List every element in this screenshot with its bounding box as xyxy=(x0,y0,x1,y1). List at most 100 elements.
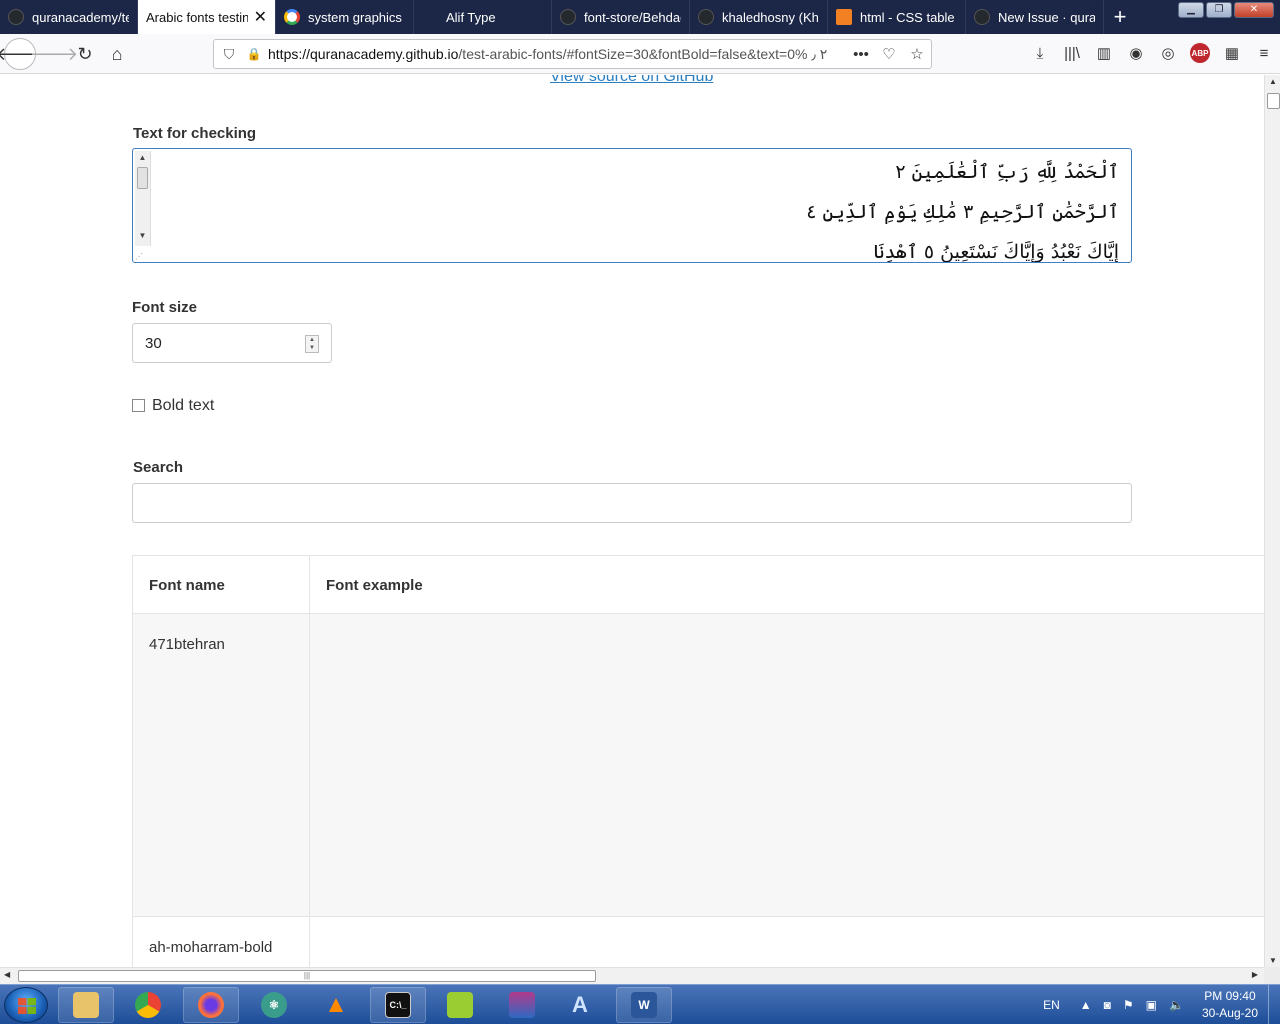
maximize-button[interactable]: ❐ xyxy=(1206,2,1232,18)
text-for-checking-textarea[interactable]: ▲ ▼ ٱلْحَمْدُ لِلَّهِ رَبِّ ٱلْعَٰلَمِين… xyxy=(132,148,1132,263)
taskbar-notepad[interactable] xyxy=(432,987,488,1023)
tray-app-icon[interactable]: ◙ xyxy=(1104,998,1111,1012)
address-bar[interactable]: ⛉ 🔒 https://quranacademy.github.io/test-… xyxy=(213,39,932,69)
textarea-scrollbar[interactable]: ▲ ▼ xyxy=(135,151,151,246)
show-desktop-button[interactable] xyxy=(1268,985,1280,1025)
font-name-cell: 471btehran xyxy=(133,614,310,916)
tab-new-issue[interactable]: New Issue · quran xyxy=(966,0,1104,34)
scroll-down-icon[interactable]: ▼ xyxy=(135,229,150,243)
tab-label: New Issue · quran xyxy=(998,9,1095,25)
adblock-icon[interactable]: ABP xyxy=(1190,43,1210,63)
taskbar-vlc[interactable]: ▲ xyxy=(308,987,364,1023)
chrome-icon xyxy=(135,992,161,1018)
taskbar-winrar[interactable] xyxy=(494,987,550,1023)
vertical-scrollbar-thumb[interactable] xyxy=(1267,93,1280,109)
download-icon[interactable]: ⤓ xyxy=(1030,43,1050,63)
search-input[interactable] xyxy=(132,483,1132,523)
home-button[interactable]: ⌂ xyxy=(101,38,133,70)
toolbar-right: ⤓ |||\ ▥ ◉ ◎ ABP ▦ ≡ xyxy=(1030,43,1274,63)
start-button[interactable] xyxy=(4,987,48,1023)
close-window-button[interactable]: ✕ xyxy=(1234,2,1274,18)
column-header-font-example: Font example xyxy=(326,577,423,594)
text-line: ٱلْحَمْدُ لِلَّهِ رَبِّ ٱلْعَٰلَمِينَ ٢ xyxy=(895,161,1119,183)
scrollbar-thumb[interactable] xyxy=(137,167,148,189)
scroll-left-icon[interactable]: ◀ xyxy=(4,970,10,979)
sidebar-icon[interactable]: ▥ xyxy=(1094,43,1114,63)
tab-quranacademy[interactable]: quranacademy/te xyxy=(0,0,138,34)
taskbar-chrome[interactable] xyxy=(120,987,176,1023)
tab-system-graphics[interactable]: system graphics A xyxy=(276,0,414,34)
bold-text-label[interactable]: Bold text xyxy=(152,397,214,415)
tab-khaledhosny[interactable]: khaledhosny (Kha xyxy=(690,0,828,34)
resize-grip-icon[interactable]: ⋰ xyxy=(135,252,143,261)
forward-button[interactable]: 🡒 xyxy=(30,38,78,70)
language-indicator[interactable]: EN xyxy=(1043,998,1060,1012)
taskbar-font-app[interactable]: A xyxy=(552,987,608,1023)
font-size-label: Font size xyxy=(132,299,198,316)
word-icon: W xyxy=(631,992,657,1018)
account-icon[interactable]: ◉ xyxy=(1126,43,1146,63)
tab-label: html - CSS table c xyxy=(860,9,957,25)
more-actions-icon[interactable]: ••• xyxy=(847,46,875,63)
pocket-icon[interactable]: ♡ xyxy=(875,45,903,63)
notepad-icon xyxy=(447,992,473,1018)
close-icon[interactable]: ✕ xyxy=(254,7,267,27)
stackoverflow-icon xyxy=(836,9,852,25)
horizontal-scrollbar-thumb[interactable]: ||| xyxy=(18,970,596,982)
lock-icon[interactable]: 🔒 xyxy=(244,47,264,61)
font-tool-icon: A xyxy=(572,992,588,1017)
vertical-scrollbar[interactable]: ▲ ▼ xyxy=(1264,75,1280,967)
taskbar-explorer[interactable] xyxy=(58,987,114,1023)
tab-label: khaledhosny (Kha xyxy=(722,9,819,25)
table-row: 471btehran xyxy=(133,613,1264,916)
bookmark-star-icon[interactable]: ☆ xyxy=(903,45,931,63)
bold-text-checkbox[interactable] xyxy=(132,399,145,412)
new-tab-button[interactable]: + xyxy=(1104,0,1136,34)
flag-icon[interactable]: ⚑ xyxy=(1123,998,1134,1012)
tab-arabic-fonts-testing[interactable]: Arabic fonts testing ✕ xyxy=(138,0,276,34)
font-size-input[interactable]: 30 ▲ ▼ xyxy=(132,323,332,363)
tray-expand-icon[interactable]: ▲ xyxy=(1080,998,1092,1012)
github-source-link[interactable]: View source on GitHub xyxy=(550,75,713,86)
tab-css-table[interactable]: html - CSS table c xyxy=(828,0,966,34)
font-example-cell xyxy=(310,614,1264,916)
scroll-down-icon[interactable]: ▼ xyxy=(1265,956,1280,965)
menu-icon[interactable]: ≡ xyxy=(1254,43,1274,63)
tab-label: system graphics A xyxy=(308,9,405,25)
horizontal-scrollbar[interactable]: ◀ ||| ▶ xyxy=(0,967,1264,984)
taskbar-firefox[interactable] xyxy=(183,987,239,1023)
tab-alif-type[interactable]: Alif Type xyxy=(414,0,552,34)
scroll-up-icon[interactable]: ▲ xyxy=(135,151,150,165)
text-line: ٱلرَّحْمَٰنِ ٱلرَّحِيمِ ٣ مَٰلِكِ يَوْمِ… xyxy=(806,201,1119,223)
github-icon xyxy=(560,9,576,25)
page-icon xyxy=(422,9,438,25)
tab-bar: quranacademy/te Arabic fonts testing ✕ s… xyxy=(0,0,1280,34)
font-size-stepper[interactable]: ▲ ▼ xyxy=(305,335,319,353)
taskbar-atom[interactable]: ⚛ xyxy=(246,987,302,1023)
sync-icon[interactable]: ◎ xyxy=(1158,43,1178,63)
scroll-up-icon[interactable]: ▲ xyxy=(1265,77,1280,86)
table-header-row: Font name Font example xyxy=(133,556,1264,613)
tab-font-store[interactable]: font-store/Behdad xyxy=(552,0,690,34)
volume-icon[interactable]: 🔈 xyxy=(1169,998,1184,1012)
tab-label: Arabic fonts testing xyxy=(146,9,248,25)
taskbar: ⚛ ▲ C:\_ A W EN ▲ ◙ ⚑ ▣ 🔈 PM 09:40 30-Au… xyxy=(0,984,1280,1025)
network-icon[interactable]: ▣ xyxy=(1146,998,1157,1012)
url-text[interactable]: https://quranacademy.github.io/test-arab… xyxy=(264,46,847,63)
minimize-button[interactable]: ▁ xyxy=(1178,2,1204,18)
taskbar-cmd[interactable]: C:\_ xyxy=(370,987,426,1023)
system-tray: EN ▲ ◙ ⚑ ▣ 🔈 PM 09:40 30-Aug-20 xyxy=(1031,985,1280,1025)
reload-button[interactable]: ↻ xyxy=(69,38,101,70)
taskbar-word[interactable]: W xyxy=(616,987,672,1023)
table-row: ah-moharram-bold xyxy=(133,916,1264,967)
extensions-icon[interactable]: ▦ xyxy=(1222,43,1242,63)
shield-icon[interactable]: ⛉ xyxy=(214,46,244,63)
column-header-font-name: Font name xyxy=(133,556,310,613)
clock[interactable]: PM 09:40 30-Aug-20 xyxy=(1202,988,1258,1022)
atom-icon: ⚛ xyxy=(261,992,287,1018)
url-path: /test-arabic-fonts/#fontSize=30&fontBold… xyxy=(458,45,828,62)
github-icon xyxy=(698,9,714,25)
library-icon[interactable]: |||\ xyxy=(1062,43,1082,63)
tab-label: Alif Type xyxy=(446,9,496,25)
scroll-right-icon[interactable]: ▶ xyxy=(1252,970,1258,979)
